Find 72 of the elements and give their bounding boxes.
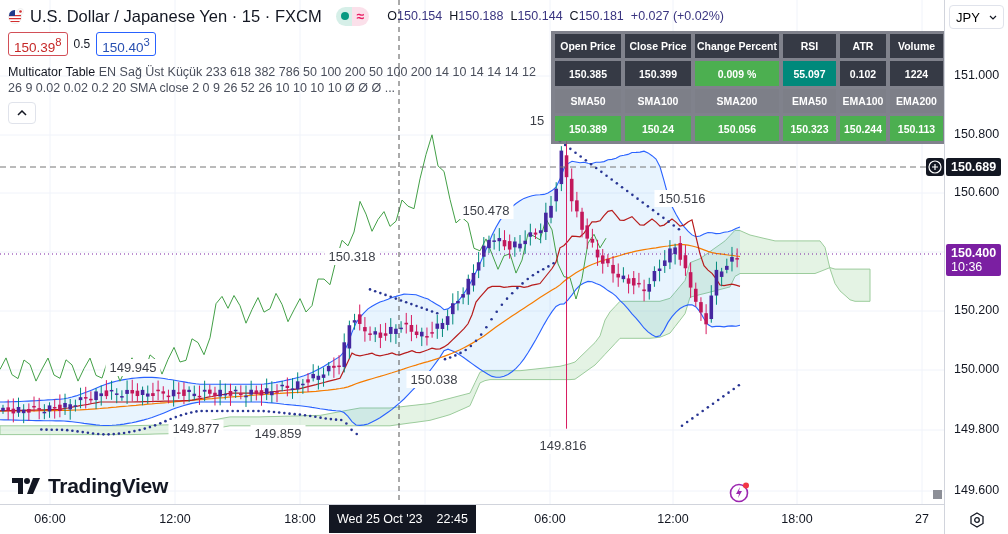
price-change: +0.027 (+0.02%): [630, 9, 724, 23]
price-axis-label: 149.600: [954, 483, 1000, 497]
price-axis-label: 150.800: [954, 127, 1000, 141]
price-label: 149.945: [105, 359, 161, 376]
table-cell: Open Price: [555, 34, 621, 58]
time-axis-label: 06:00: [34, 512, 66, 526]
table-cell: 150.056: [695, 116, 779, 141]
table-cell: 150.399: [625, 61, 691, 86]
lightning-icon[interactable]: [729, 481, 751, 503]
table-cell: 0.009 %: [695, 61, 779, 86]
price-axis-label: 151.000: [954, 68, 1000, 82]
status-pill[interactable]: ≈: [335, 6, 370, 26]
brand-name: TradingView: [48, 474, 168, 498]
time-axis-label: 06:00: [534, 512, 566, 526]
table-cell: 55.097: [783, 61, 836, 86]
buy-price-button[interactable]: 150.40$^{3}$: [96, 32, 156, 56]
table-cell: SMA50: [555, 89, 621, 113]
table-cell: RSI: [783, 34, 836, 58]
table-cell: EMA50: [783, 89, 836, 113]
crosshair-price-badge: 150.689: [946, 158, 1002, 176]
plus-circle-icon[interactable]: [926, 158, 944, 176]
chevron-up-icon: [17, 110, 27, 116]
sell-price-button[interactable]: 150.39$^{8}$: [8, 32, 68, 56]
table-cell: 150.244: [840, 116, 886, 141]
table-cell: 150.385: [555, 61, 621, 86]
collapse-button[interactable]: [8, 102, 36, 124]
ohlc-value: L150.144: [510, 9, 563, 23]
time-axis-label: 12:00: [159, 512, 191, 526]
flag-icon: [8, 8, 24, 24]
settings-icon[interactable]: [968, 511, 985, 528]
time-axis-label: 27: [915, 512, 929, 526]
caret-icon: [988, 14, 997, 20]
ohlc-value: H150.188: [449, 9, 504, 23]
crosshair-time: 22:45: [436, 512, 468, 526]
price-label: 150.478: [458, 202, 514, 219]
price-label: 149.859: [250, 425, 306, 442]
logo-icon: [12, 478, 42, 494]
spread-value: 0.5: [73, 37, 91, 51]
time-axis-label: 18:00: [781, 512, 813, 526]
table-cell: ATR: [840, 34, 886, 58]
price-label: 150.516: [654, 190, 710, 207]
price-axis-label: 150.000: [954, 362, 1000, 376]
table-cell: 150.113: [890, 116, 943, 141]
price-axis-label: 150.200: [954, 303, 1000, 317]
table-cell: 1224: [890, 61, 943, 86]
price-axis-label: 150.600: [954, 185, 1000, 199]
bar-countdown: 10:36: [951, 260, 984, 274]
currency-dropdown[interactable]: JPY: [949, 5, 1004, 29]
symbol-title[interactable]: U.S. Dollar / Japanese Yen · 15 · FXCM: [30, 6, 322, 26]
time-axis-label: 18:00: [284, 512, 316, 526]
ohlc-value: O150.154: [387, 9, 443, 23]
last-price: 150.400: [951, 246, 997, 260]
table-cell: Close Price: [625, 34, 691, 58]
crosshair-date: Wed 25 Oct '23: [337, 512, 423, 526]
table-cell: Change Percent: [695, 34, 779, 58]
table-cell: 150.389: [555, 116, 621, 141]
price-label: 149.877: [168, 420, 224, 437]
table-cell: 150.24: [625, 116, 691, 141]
table-cell: EMA200: [890, 89, 943, 113]
table-cell: 150.323: [783, 116, 836, 141]
table-cell: SMA200: [695, 89, 779, 113]
delayed-symbol: ≈: [356, 8, 365, 24]
status-dot-icon: [340, 12, 349, 20]
table-cell: 0.102: [840, 61, 886, 86]
time-axis-label: 12:00: [657, 512, 689, 526]
table-cell: Volume: [890, 34, 943, 58]
indicator-legend[interactable]: Multicator Table EN Sağ Üst Küçük 233 618 382 786 50 100 200 50 100 200 14 10 14 14 14 12 26 9 0.02 0.02 0.2 20 SMA close 2 0 9 26 52 26 10 10 10 10 Ø Ø Ø ...: [8, 64, 538, 96]
table-cell: SMA100: [625, 89, 691, 113]
price-label: 150.318: [324, 248, 380, 265]
ohlc-value: C150.181: [569, 9, 624, 23]
table-cell: EMA100: [840, 89, 886, 113]
price-axis-label: 149.800: [954, 422, 1000, 436]
